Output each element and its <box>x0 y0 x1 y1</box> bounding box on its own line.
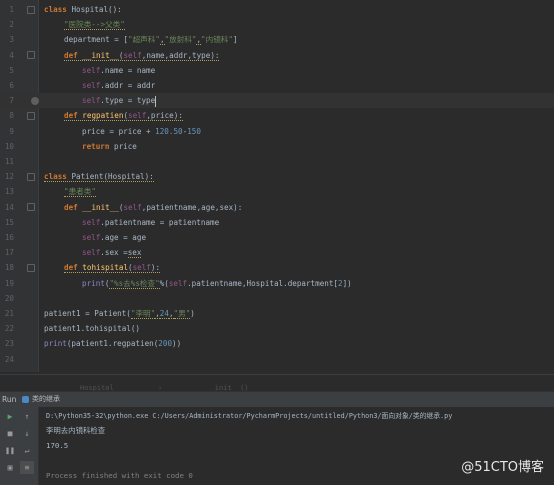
code-text: def __init__(self,patientname,age,sex): <box>64 202 243 212</box>
code-text: self.patientname = patientname <box>82 217 220 227</box>
code-text: def __init__(self,name,addr,type): <box>64 50 220 61</box>
line-number: 22 <box>4 324 14 334</box>
down-arrow-icon[interactable]: ↓ <box>20 427 34 440</box>
code-text: price = price + 120.50-150 <box>82 126 201 136</box>
line-number: 12 <box>4 172 14 182</box>
fold-icon[interactable] <box>27 5 35 14</box>
line-number: 17 <box>4 248 14 258</box>
run-label: Run <box>2 395 17 404</box>
line-number: 10 <box>4 141 14 151</box>
fold-icon[interactable] <box>27 51 35 60</box>
code-editor[interactable]: 1 class Hospital(): 2 "医院类-->父类" 3 depar… <box>0 0 554 372</box>
line-number: 4 <box>9 50 14 60</box>
code-text: class Patient(Hospital): <box>44 172 154 183</box>
python-icon <box>22 396 29 403</box>
code-line[interactable]: 24 <box>0 352 554 367</box>
code-line[interactable]: 13 "患者类" <box>0 184 554 199</box>
code-line[interactable]: 1 class Hospital(): <box>0 2 554 17</box>
fold-icon[interactable] <box>27 172 35 181</box>
run-panel-header: Run 类的继承 <box>0 391 554 408</box>
line-number: 21 <box>4 309 14 318</box>
line-number: 15 <box>4 217 14 227</box>
code-line[interactable]: 9 price = price + 120.50-150 <box>0 124 554 139</box>
console-output-line: 170.5 <box>46 441 69 450</box>
line-number: 11 <box>4 157 14 166</box>
layout-icon[interactable]: ▣ <box>3 461 17 474</box>
code-text: "医院类-->父类" <box>64 20 125 31</box>
code-line[interactable]: 15 self.patientname = patientname <box>0 215 554 230</box>
fold-icon[interactable] <box>27 263 35 272</box>
fold-icon[interactable] <box>27 203 35 212</box>
code-line[interactable]: 19 print("%s去%s检查"%(self.patientname,Hos… <box>0 276 554 291</box>
code-text: self.sex =sex <box>82 248 142 259</box>
code-text: self.type = type <box>82 95 157 107</box>
code-text: patient1 = Patient("李明",24,"男") <box>44 309 195 319</box>
scroll-to-end-icon[interactable]: ≡ <box>20 461 34 474</box>
wrap-icon[interactable]: ↵ <box>20 444 34 457</box>
line-number: 19 <box>4 278 14 288</box>
code-line[interactable]: 22 patient1.tohispital() <box>0 321 554 336</box>
line-number: 7 <box>9 96 14 106</box>
code-line[interactable]: 4 def __init__(self,name,addr,type): <box>0 48 554 63</box>
line-number: 24 <box>4 354 14 364</box>
code-text: class Hospital(): <box>44 5 122 14</box>
code-text: self.addr = addr <box>82 81 156 90</box>
code-text: print(patient1.regpatien(200)) <box>44 339 182 349</box>
code-text: patient1.tohispital() <box>44 324 141 334</box>
code-line[interactable]: 14 def __init__(self,patientname,age,sex… <box>0 200 554 215</box>
code-line[interactable]: 5 self.name = name <box>0 63 554 78</box>
code-line[interactable]: 20 <box>0 291 554 306</box>
code-text: self.age = age <box>82 233 147 242</box>
fold-icon[interactable] <box>27 111 35 120</box>
code-text: def tohispital(self): <box>64 263 161 274</box>
code-text: def regpatien(self,price): <box>64 111 183 122</box>
code-line[interactable]: 16 self.age = age <box>0 230 554 245</box>
line-number: 2 <box>9 20 14 30</box>
code-line[interactable]: 11 <box>0 154 554 169</box>
console-output-line: 李明去内镜科检查 <box>46 426 106 435</box>
line-number: 1 <box>9 5 14 14</box>
code-line[interactable]: 3 department = ["超声科","放射科","内镜科"] <box>0 32 554 47</box>
line-number: 6 <box>9 81 14 90</box>
code-line[interactable]: 10 return price <box>0 139 554 154</box>
line-number: 13 <box>4 187 14 197</box>
code-line[interactable]: 23 print(patient1.regpatien(200)) <box>0 336 554 351</box>
line-number: 23 <box>4 339 14 349</box>
code-text: self.name = name <box>82 65 156 75</box>
code-line[interactable]: 2 "医院类-->父类" <box>0 17 554 32</box>
text-caret <box>155 95 157 107</box>
run-toolbar: ▶ ↑ ■ ↓ ❚❚ ↵ ▣ ≡ <box>0 407 39 485</box>
stop-icon[interactable]: ■ <box>3 427 17 440</box>
line-number: 9 <box>9 126 14 136</box>
class-name: Hospital <box>71 5 109 14</box>
line-number: 5 <box>9 65 14 75</box>
breadcrumb[interactable]: Hospital › __init__() <box>0 374 554 392</box>
current-code-line[interactable]: 7 self.type = type <box>0 93 554 109</box>
code-line[interactable]: 6 self.addr = addr <box>0 78 554 93</box>
code-line[interactable]: 12 class Patient(Hospital): <box>0 169 554 184</box>
run-tab[interactable]: 类的继承 <box>32 392 60 407</box>
code-line[interactable]: 17 self.sex =sex <box>0 245 554 260</box>
watermark: @51CTO博客 <box>461 460 544 475</box>
code-line[interactable]: 18 def tohispital(self): <box>0 260 554 275</box>
line-number: 18 <box>4 263 14 273</box>
console-exit-message: Process finished with exit code 0 <box>46 471 193 480</box>
pause-icon[interactable]: ❚❚ <box>3 444 17 457</box>
code-text: "患者类" <box>64 187 96 198</box>
rerun-icon[interactable]: ▶ <box>3 410 17 423</box>
code-text: print("%s去%s检查"%(self.patientname,Hospit… <box>82 278 352 289</box>
line-number: 14 <box>4 202 14 212</box>
code-line[interactable]: 8 def regpatien(self,price): <box>0 108 554 123</box>
code-text: department = ["超声科","放射科","内镜科"] <box>64 35 238 46</box>
console-command: D:\Python35-32\python.exe C:/Users/Admin… <box>46 412 453 420</box>
line-number: 3 <box>9 35 14 45</box>
code-line[interactable]: 21 patient1 = Patient("李明",24,"男") <box>0 306 554 321</box>
code-text: return price <box>82 141 137 151</box>
line-number: 16 <box>4 233 14 242</box>
up-arrow-icon[interactable]: ↑ <box>20 410 34 423</box>
line-number: 8 <box>9 111 14 121</box>
line-number: 20 <box>4 293 14 303</box>
breakpoint-icon[interactable] <box>31 96 39 105</box>
